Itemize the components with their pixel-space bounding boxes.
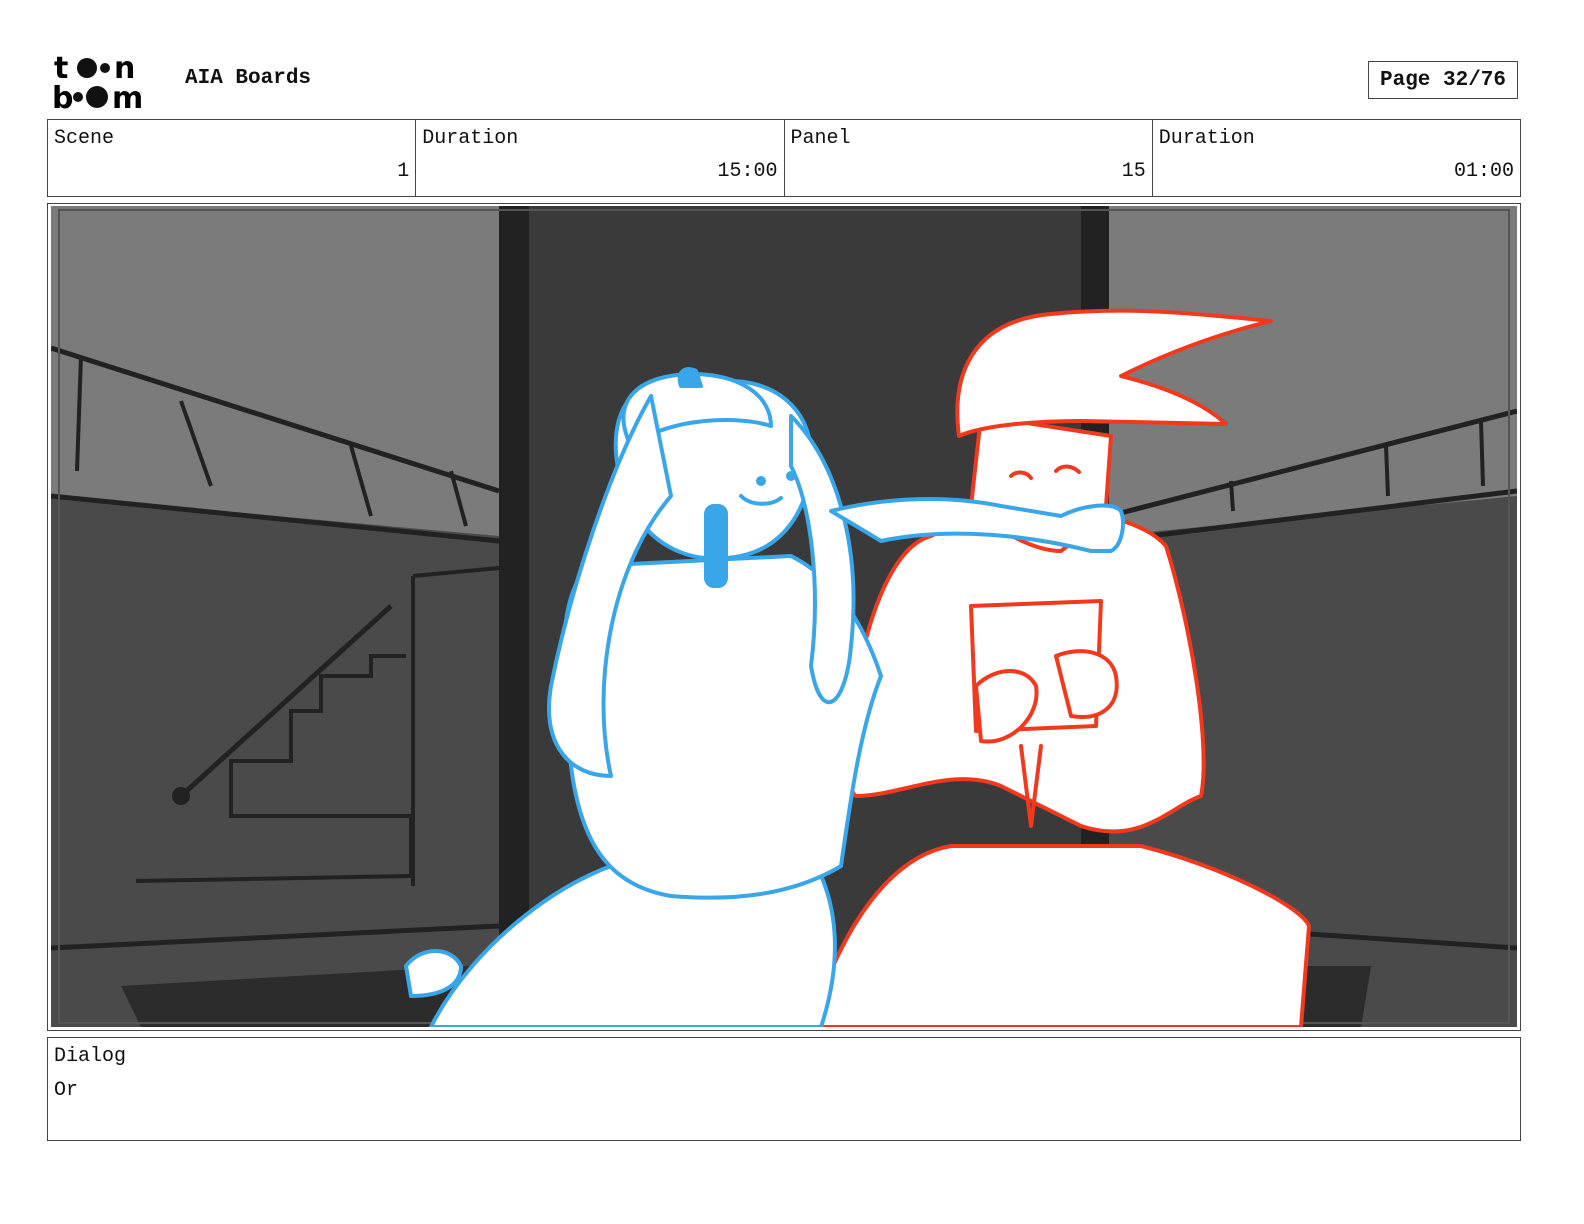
panel-info-table: Scene 1 Duration 15:00 Panel 15 Duration…	[47, 119, 1521, 197]
scene-duration-cell: Duration 15:00	[416, 120, 785, 196]
panel-duration-cell: Duration 01:00	[1153, 120, 1520, 196]
scene-label: Scene	[54, 127, 115, 150]
dialog-label: Dialog	[54, 1045, 127, 1068]
toon-boom-logo: t n b m	[52, 52, 143, 112]
page-indicator: Page 32/76	[1368, 61, 1518, 99]
panel-duration-label: Duration	[1158, 127, 1255, 150]
scene-cell: Scene 1	[48, 120, 417, 196]
scene-value: 1	[397, 160, 410, 183]
panel-cell: Panel 15	[785, 120, 1153, 196]
project-title: AIA Boards	[185, 67, 312, 90]
svg-text:m: m	[112, 81, 143, 112]
dialog-box: Dialog Or	[47, 1037, 1521, 1141]
panel-value: 15	[1121, 160, 1146, 183]
dialog-text: Or	[54, 1079, 79, 1102]
panel-duration-value: 01:00	[1453, 160, 1514, 183]
scene-duration-value: 15:00	[717, 160, 778, 183]
scene-duration-label: Duration	[422, 127, 519, 150]
svg-text:b: b	[52, 81, 73, 112]
storyboard-panel-image	[51, 206, 1517, 1027]
panel-label: Panel	[790, 127, 851, 150]
